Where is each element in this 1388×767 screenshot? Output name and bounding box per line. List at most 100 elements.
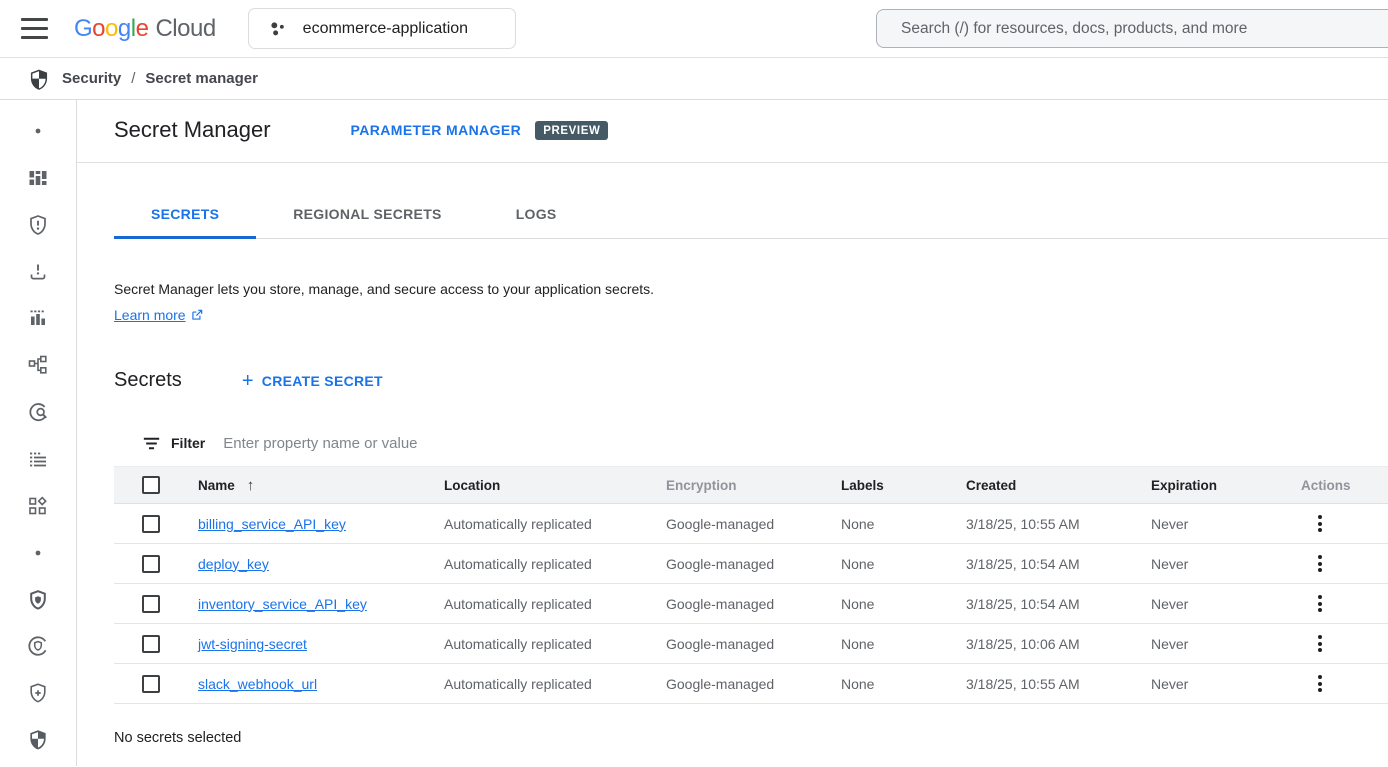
secret-name-link[interactable]: deploy_key (198, 556, 269, 572)
breadcrumb-section[interactable]: Security (62, 70, 121, 87)
parameter-manager-link[interactable]: PARAMETER MANAGER (351, 122, 522, 138)
row-checkbox[interactable] (142, 595, 160, 613)
row-checkbox[interactable] (142, 635, 160, 653)
row-actions-kebab-icon[interactable] (1307, 669, 1333, 699)
created-cell: 3/18/25, 10:55 AM (966, 676, 1151, 692)
location-cell: Automatically replicated (444, 516, 666, 532)
learn-more-label: Learn more (114, 305, 186, 325)
row-checkbox[interactable] (142, 515, 160, 533)
global-search-bar (876, 9, 1388, 48)
sidebar-item-10-shield-badge-icon[interactable] (16, 579, 60, 621)
encryption-cell: Google-managed (666, 516, 841, 532)
location-cell: Automatically replicated (444, 596, 666, 612)
tab-logs[interactable]: LOGS (479, 191, 594, 239)
labels-cell: None (841, 636, 966, 652)
row-actions-kebab-icon[interactable] (1307, 549, 1333, 579)
column-header-expiration: Expiration (1151, 478, 1301, 493)
column-header-name[interactable]: Name ↑ (198, 477, 444, 494)
row-actions-kebab-icon[interactable] (1307, 589, 1333, 619)
labels-cell: None (841, 556, 966, 572)
sidebar-item-13-shield-quadrant-icon[interactable] (16, 719, 60, 761)
encryption-cell: Google-managed (666, 676, 841, 692)
header-checkbox-cell (114, 476, 198, 494)
secret-name-link[interactable]: billing_service_API_key (198, 516, 346, 532)
row-checkbox-cell (114, 675, 198, 693)
table-row: jwt-signing-secret Automatically replica… (114, 624, 1388, 664)
page-header: Secret Manager PARAMETER MANAGER PREVIEW (77, 100, 1388, 143)
header-divider (77, 162, 1388, 163)
page-title: Secret Manager (114, 117, 271, 143)
expiration-cell: Never (1151, 636, 1301, 652)
column-header-encryption: Encryption (666, 478, 841, 493)
navigation-menu-icon[interactable] (10, 5, 58, 53)
sidebar-item-0-dot-icon[interactable] (16, 110, 60, 152)
filter-label: Filter (171, 435, 205, 451)
row-checkbox-cell (114, 515, 198, 533)
created-cell: 3/18/25, 10:06 AM (966, 636, 1151, 652)
secret-name-link[interactable]: slack_webhook_url (198, 676, 317, 692)
select-all-checkbox[interactable] (142, 476, 160, 494)
column-header-labels: Labels (841, 478, 966, 493)
labels-cell: None (841, 596, 966, 612)
row-actions-kebab-icon[interactable] (1307, 509, 1333, 539)
search-input[interactable] (877, 20, 1388, 38)
row-checkbox[interactable] (142, 675, 160, 693)
column-header-actions: Actions (1301, 478, 1388, 493)
tabs: SECRETSREGIONAL SECRETSLOGS (114, 191, 1388, 239)
created-cell: 3/18/25, 10:54 AM (966, 596, 1151, 612)
sidebar-item-6-scan-search-icon[interactable] (16, 391, 60, 433)
column-header-location: Location (444, 478, 666, 493)
sidebar-item-11-compliance-arc-shield-icon[interactable] (16, 625, 60, 667)
row-checkbox-cell (114, 555, 198, 573)
google-cloud-logo: Google Cloud (74, 15, 216, 43)
external-link-icon (190, 308, 204, 322)
learn-more-link[interactable]: Learn more (114, 305, 204, 325)
main-content: Secret Manager PARAMETER MANAGER PREVIEW… (77, 100, 1388, 766)
encryption-cell: Google-managed (666, 556, 841, 572)
filter-input[interactable] (223, 435, 1388, 452)
sidebar-item-12-shield-plus-icon[interactable] (16, 672, 60, 714)
secret-name-link[interactable]: inventory_service_API_key (198, 596, 367, 612)
create-secret-label: CREATE SECRET (262, 373, 383, 389)
sidebar-item-8-components-icon[interactable] (16, 485, 60, 527)
tab-regional-secrets[interactable]: REGIONAL SECRETS (256, 191, 478, 239)
breadcrumb: Security / Secret manager (0, 58, 1388, 100)
sort-ascending-icon[interactable]: ↑ (247, 477, 255, 494)
encryption-cell: Google-managed (666, 596, 841, 612)
sidebar-item-1-dashboard-grid-icon[interactable] (16, 157, 60, 199)
selection-status-text: No secrets selected (114, 730, 1388, 746)
preview-badge: PREVIEW (535, 121, 608, 140)
tab-secrets[interactable]: SECRETS (114, 191, 256, 239)
create-secret-button[interactable]: + CREATE SECRET (242, 373, 383, 389)
sidebar-item-2-shield-alert-icon[interactable] (16, 204, 60, 246)
sidebar-item-7-list-icon[interactable] (16, 438, 60, 480)
sidebar-item-3-report-tray-icon[interactable] (16, 251, 60, 293)
cloud-wordmark: Cloud (155, 15, 215, 43)
breadcrumb-separator: / (131, 70, 135, 87)
table-row: slack_webhook_url Automatically replicat… (114, 664, 1388, 704)
encryption-cell: Google-managed (666, 636, 841, 652)
secrets-table: Name ↑ Location Encryption Labels Create… (114, 466, 1388, 704)
column-header-created: Created (966, 478, 1151, 493)
table-row: billing_service_API_key Automatically re… (114, 504, 1388, 544)
project-selector[interactable]: ecommerce-application (248, 8, 516, 49)
plus-icon: + (242, 374, 254, 388)
table-body: billing_service_API_key Automatically re… (114, 504, 1388, 704)
intro-block: Secret Manager lets you store, manage, a… (114, 279, 1388, 325)
sidebar-item-4-bar-chart-icon[interactable] (16, 297, 60, 339)
sidebar-nav (0, 100, 77, 766)
table-row: deploy_key Automatically replicated Goog… (114, 544, 1388, 584)
secret-name-link[interactable]: jwt-signing-secret (198, 636, 307, 652)
location-cell: Automatically replicated (444, 676, 666, 692)
breadcrumb-page: Secret manager (145, 70, 258, 87)
table-row: inventory_service_API_key Automatically … (114, 584, 1388, 624)
expiration-cell: Never (1151, 516, 1301, 532)
row-checkbox[interactable] (142, 555, 160, 573)
sidebar-item-5-org-chart-icon[interactable] (16, 344, 60, 386)
location-cell: Automatically replicated (444, 556, 666, 572)
expiration-cell: Never (1151, 596, 1301, 612)
expiration-cell: Never (1151, 676, 1301, 692)
row-actions-kebab-icon[interactable] (1307, 629, 1333, 659)
sidebar-item-9-dot-icon[interactable] (16, 532, 60, 574)
filter-bar: Filter (114, 420, 1388, 466)
